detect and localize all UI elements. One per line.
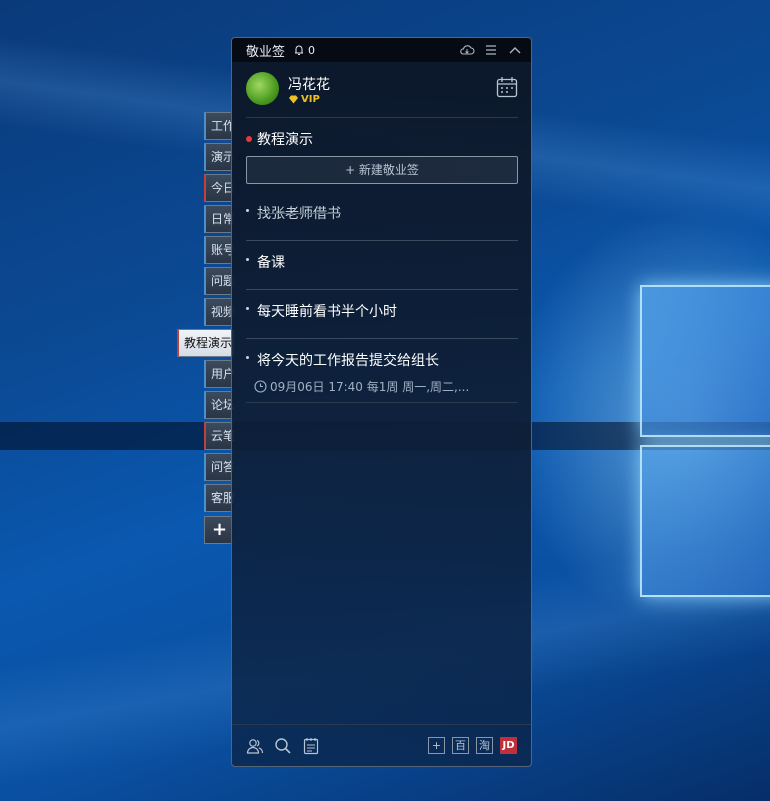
title-bar[interactable]: 敬业签 0	[232, 38, 531, 62]
note-bullet	[246, 258, 249, 261]
category-dot	[246, 136, 252, 142]
avatar[interactable]	[246, 72, 279, 105]
note-text: 备课	[257, 255, 285, 271]
category-name: 教程演示	[257, 132, 313, 148]
vip-label: VIP	[301, 94, 320, 105]
baidu-button[interactable]: 百	[452, 737, 469, 754]
contacts-icon[interactable]	[246, 737, 264, 755]
bell-icon[interactable]	[293, 44, 305, 56]
notes-panel: 敬业签 0 冯花花 VIP 教程演示 + 新建敬业签 找张老师借书 备课 每天睡…	[231, 37, 532, 767]
note-item[interactable]: 备课	[246, 252, 518, 290]
vip-badge: VIP	[288, 94, 320, 105]
category-heading: 教程演示	[246, 129, 313, 149]
tab-users[interactable]: 用户	[204, 360, 234, 388]
tab-tutorial-demo[interactable]: 教程演示	[177, 329, 234, 357]
note-text: 找张老师借书	[257, 206, 341, 222]
reminder-count: 0	[308, 43, 316, 57]
clock-icon	[254, 380, 267, 393]
jd-button[interactable]: JD	[500, 737, 517, 754]
note-item[interactable]: 找张老师借书	[246, 203, 518, 241]
user-header: 冯花花 VIP	[246, 72, 518, 118]
search-icon[interactable]	[274, 737, 292, 755]
user-name: 冯花花	[288, 77, 330, 93]
tab-daily[interactable]: 日常	[204, 205, 234, 233]
note-item[interactable]: 将今天的工作报告提交给组长 09月06日 17:40 每1周 周一,周二,...	[246, 350, 518, 403]
add-app-button[interactable]: +	[428, 737, 445, 754]
menu-icon[interactable]	[483, 43, 499, 57]
note-bullet	[246, 209, 249, 212]
tab-qa[interactable]: 问答	[204, 453, 234, 481]
collapse-icon[interactable]	[507, 43, 523, 57]
tab-forum[interactable]: 论坛	[204, 391, 234, 419]
app-title: 敬业签	[246, 44, 286, 60]
tab-work[interactable]: 工作	[204, 112, 234, 140]
diamond-icon	[289, 95, 298, 104]
windows-logo-pane	[640, 285, 770, 437]
note-reminder: 09月06日 17:40 每1周 周一,周二,...	[254, 378, 518, 395]
calendar-icon[interactable]	[496, 76, 518, 98]
add-tab-button[interactable]: +	[204, 516, 234, 544]
cloud-icon[interactable]	[459, 43, 475, 57]
notebook-icon[interactable]	[302, 737, 320, 755]
note-reminder-text: 09月06日 17:40 每1周 周一,周二,...	[270, 380, 470, 394]
tab-video[interactable]: 视频	[204, 298, 234, 326]
tab-issues[interactable]: 问题	[204, 267, 234, 295]
new-note-button[interactable]: + 新建敬业签	[246, 156, 518, 184]
note-bullet	[246, 307, 249, 310]
note-item[interactable]: 每天睡前看书半个小时	[246, 301, 518, 339]
tab-account[interactable]: 账号	[204, 236, 234, 264]
tab-service[interactable]: 客服	[204, 484, 234, 512]
taobao-button[interactable]: 淘	[476, 737, 493, 754]
note-text: 将今天的工作报告提交给组长	[257, 353, 439, 369]
tab-today[interactable]: 今日	[204, 174, 234, 202]
windows-logo-pane	[640, 445, 770, 597]
note-bullet	[246, 356, 249, 359]
tab-demo[interactable]: 演示	[204, 143, 234, 171]
note-text: 每天睡前看书半个小时	[257, 304, 397, 320]
tab-cloud-notes[interactable]: 云笔	[204, 422, 234, 450]
bottom-toolbar: + 百 淘 JD	[232, 724, 531, 766]
